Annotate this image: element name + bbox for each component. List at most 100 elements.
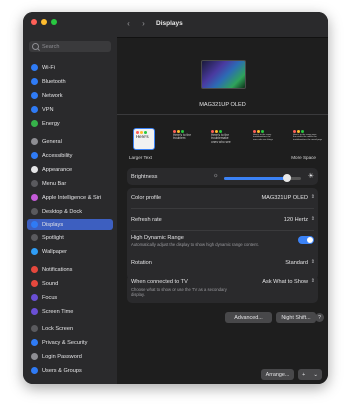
settings-window: Search Wi-Fi Bluetooth Network VPN Energy Gen… xyxy=(23,12,328,384)
rotation-label: Rotation xyxy=(131,260,152,266)
resolution-option[interactable]: Here's to the crazy ones the misfits the … xyxy=(291,128,322,148)
rotation-updown-icon[interactable]: ⇕ xyxy=(311,259,315,265)
zoom-button[interactable] xyxy=(51,19,57,25)
display-icon xyxy=(31,221,38,228)
sidebar-item-screen-time[interactable]: Screen Time xyxy=(27,306,113,317)
window-dot-icon xyxy=(253,130,256,133)
add-display-control[interactable]: + ⌄ xyxy=(298,369,322,380)
chevron-down-icon[interactable]: ⌄ xyxy=(313,372,318,378)
close-button[interactable] xyxy=(31,19,37,25)
window-dot-icon xyxy=(301,130,304,133)
sidebar-item-label: Sound xyxy=(42,280,59,287)
forward-button[interactable]: › xyxy=(139,19,148,29)
brightness-fill xyxy=(224,177,288,180)
sidebar-item-privacy-security[interactable]: Privacy & Security xyxy=(27,337,113,348)
sidebar-item-network[interactable]: Network xyxy=(27,90,113,101)
sidebar-item-accessibility[interactable]: Accessibility xyxy=(27,150,113,161)
divider xyxy=(131,208,314,209)
sidebar-item-sound[interactable]: Sound xyxy=(27,278,113,289)
sidebar-item-label: Focus xyxy=(42,294,58,301)
resolution-option[interactable]: Here's to the crazy troublemakers the ones… xyxy=(251,128,283,148)
resolution-option[interactable]: Here's to the troublem xyxy=(171,128,199,148)
resolution-left-label: Larger Text xyxy=(129,155,152,160)
sidebar-item-vpn[interactable]: VPN xyxy=(27,104,113,115)
menu-bar-icon xyxy=(31,180,38,187)
tv-updown-icon[interactable]: ⇕ xyxy=(311,278,315,284)
toolbar: ‹ › Displays xyxy=(117,12,328,38)
sidebar-item-focus[interactable]: Focus xyxy=(27,292,113,303)
resolution-sample-text: Here's xyxy=(136,134,149,139)
sidebar-item-wallpaper[interactable]: Wallpaper xyxy=(27,246,113,257)
sidebar-item-label: Energy xyxy=(42,120,60,127)
sidebar-item-users-groups[interactable]: Users & Groups xyxy=(27,365,113,376)
advanced-button[interactable]: Advanced... xyxy=(225,312,272,323)
sidebar-item-login-password[interactable]: Login Password xyxy=(27,351,113,362)
brightness-knob[interactable] xyxy=(283,174,292,182)
brightness-slider[interactable] xyxy=(224,174,301,182)
hand-icon xyxy=(31,339,38,346)
sidebar-item-label: Users & Groups xyxy=(42,367,82,374)
sidebar-item-label: Displays xyxy=(42,221,64,228)
rotation-row: Rotation Standard ⇕ xyxy=(127,255,318,271)
refresh-rate-updown-icon[interactable]: ⇕ xyxy=(311,216,315,222)
sidebar-item-lock-screen[interactable]: Lock Screen xyxy=(27,323,113,334)
sidebar-item-label: Screen Time xyxy=(42,308,74,315)
color-profile-value[interactable]: MAG321UP OLED xyxy=(261,195,308,201)
sidebar-item-label: Bluetooth xyxy=(42,78,66,85)
sidebar-item-label: Privacy & Security xyxy=(42,339,88,346)
refresh-rate-value[interactable]: 120 Hertz xyxy=(284,217,308,223)
resolution-sample-text: ones who see things xyxy=(253,138,273,141)
refresh-rate-label: Refresh rate xyxy=(131,217,162,223)
sidebar-item-bluetooth[interactable]: Bluetooth xyxy=(27,76,113,87)
minimize-button[interactable] xyxy=(41,19,47,25)
divider xyxy=(131,230,314,231)
resolution-option[interactable]: Here's to the troublemake ones who see xyxy=(209,128,239,148)
sidebar-item-label: Appearance xyxy=(42,166,73,173)
sidebar-item-notifications[interactable]: Notifications xyxy=(27,264,113,275)
rotation-value[interactable]: Standard xyxy=(285,260,308,266)
help-button[interactable]: ? xyxy=(315,313,324,322)
sidebar-item-wi-fi[interactable]: Wi-Fi xyxy=(27,62,113,73)
sidebar-item-label: Wallpaper xyxy=(42,248,67,255)
appearance-icon xyxy=(31,166,38,173)
sidebar-item-desktop-dock[interactable]: Desktop & Dock xyxy=(27,206,113,217)
back-button[interactable]: ‹ xyxy=(124,19,133,29)
monitor-name: MAG321UP OLED xyxy=(199,102,246,108)
sidebar-item-label: General xyxy=(42,138,62,145)
resolution-sample-text: ones who see xyxy=(211,139,231,144)
arrange-button[interactable]: Arrange... xyxy=(261,369,294,380)
resolution-option[interactable]: Here's xyxy=(133,128,155,150)
sidebar-item-appearance[interactable]: Appearance xyxy=(27,164,113,175)
wallpaper-icon xyxy=(31,248,38,255)
night-shift-button[interactable]: Night Shift... xyxy=(276,312,316,323)
energy-icon xyxy=(31,120,38,127)
bell-icon xyxy=(31,266,38,273)
gear-icon xyxy=(31,138,38,145)
tv-value[interactable]: Ask What to Show xyxy=(262,279,308,285)
search-field[interactable]: Search xyxy=(29,41,111,52)
sidebar-item-apple-intelligence-siri[interactable]: Apple Intelligence & Siri xyxy=(27,192,113,203)
window-dot-icon xyxy=(297,130,300,133)
window-controls xyxy=(31,19,57,25)
sidebar-item-menu-bar[interactable]: Menu Bar xyxy=(27,178,113,189)
sidebar-item-spotlight[interactable]: Spotlight xyxy=(27,232,113,243)
window-dot-icon xyxy=(293,130,296,133)
siri-icon xyxy=(31,194,38,201)
brightness-low-icon: ☼ xyxy=(213,173,219,179)
hdr-toggle[interactable] xyxy=(298,236,314,244)
brightness-high-icon: ☀ xyxy=(307,173,314,180)
sidebar-item-displays[interactable]: Displays xyxy=(27,219,113,230)
monitor-icon[interactable] xyxy=(201,60,246,89)
color-profile-updown-icon[interactable]: ⇕ xyxy=(311,194,315,200)
window-dot-icon xyxy=(257,130,260,133)
sidebar: Search Wi-Fi Bluetooth Network VPN Energy Gen… xyxy=(23,12,117,384)
vpn-icon xyxy=(31,106,38,113)
dock-icon xyxy=(31,208,38,215)
sidebar-item-label: Wi-Fi xyxy=(42,64,56,71)
wifi-icon xyxy=(31,64,38,71)
sidebar-item-energy[interactable]: Energy xyxy=(27,118,113,129)
add-display-button[interactable]: + xyxy=(302,372,305,378)
resolution-right-label: More Space xyxy=(291,155,316,160)
sidebar-item-general[interactable]: General xyxy=(27,136,113,147)
spotlight-icon xyxy=(31,234,38,241)
